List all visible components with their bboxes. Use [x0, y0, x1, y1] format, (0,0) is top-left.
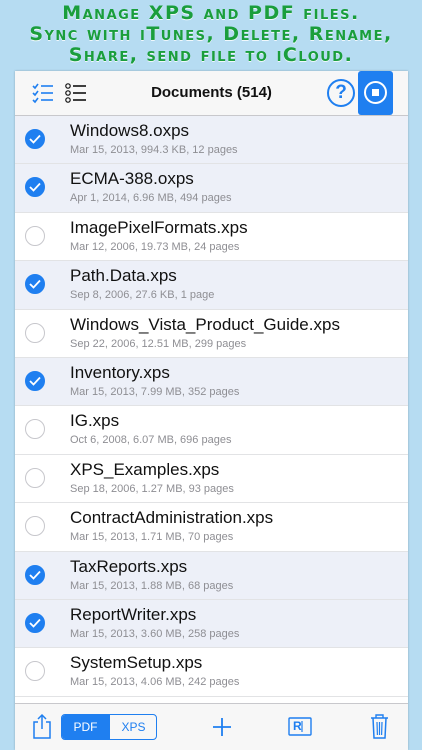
selection-checkbox[interactable] — [25, 564, 45, 585]
list-item[interactable]: XPS_Examples.xps Sep 18, 2006, 1.27 MB, … — [15, 454, 408, 504]
checkmark-icon — [29, 570, 41, 580]
selection-checkbox[interactable] — [25, 612, 45, 633]
checkmark-icon — [29, 183, 41, 193]
file-name: ImagePixelFormats.xps — [70, 217, 248, 237]
checkmark-icon — [29, 618, 41, 628]
file-name: Inventory.xps — [70, 362, 170, 382]
list-item[interactable]: ReportWriter.xps Mar 15, 2013, 3.60 MB, … — [15, 599, 408, 649]
rename-glyph: R — [293, 719, 302, 733]
file-name: TaxReports.xps — [70, 556, 188, 576]
trash-icon[interactable] — [370, 713, 389, 739]
file-name: ReportWriter.xps — [70, 604, 197, 624]
file-details: Mar 15, 2013, 994.3 KB, 12 pages — [70, 144, 238, 156]
list-item[interactable]: Path.Data.xps Sep 8, 2006, 27.6 KB, 1 pa… — [15, 261, 408, 310]
device-screen: Documents (514) ? Windows8.oxps Mar 15, … — [15, 71, 408, 750]
file-name: SystemSetup.xps — [70, 653, 203, 673]
stop-button[interactable] — [358, 71, 393, 115]
promo-line-3: Share, send file to iCloud. — [68, 44, 354, 66]
rename-icon[interactable]: R — [288, 717, 312, 736]
promo-banner: Manage XPS and PDF files. Sync with iTun… — [0, 0, 422, 71]
selection-checkbox[interactable] — [25, 274, 45, 295]
list-item[interactable]: ImagePixelFormats.xps Mar 12, 2006, 19.7… — [15, 212, 408, 262]
list-item[interactable]: ECMA-388.oxps Apr 1, 2014, 6.96 MB, 494 … — [15, 164, 408, 213]
checkmark-icon — [29, 134, 41, 144]
file-name: XPS_Examples.xps — [70, 459, 220, 479]
bottom-toolbar: PDF XPS R — [15, 703, 408, 750]
stop-icon — [364, 81, 387, 104]
file-details: Sep 18, 2006, 1.27 MB, 93 pages — [70, 482, 234, 495]
file-details: Sep 8, 2006, 27.6 KB, 1 page — [70, 289, 215, 302]
selection-checkbox[interactable] — [25, 177, 45, 198]
file-details: Mar 15, 2013, 1.71 MB, 70 pages — [70, 531, 234, 544]
promo-line-1: Manage XPS and PDF files. — [62, 2, 360, 24]
file-list: Windows8.oxps Mar 15, 2013, 994.3 KB, 12… — [15, 116, 408, 697]
file-details: Mar 15, 2013, 3.60 MB, 258 pages — [70, 627, 240, 640]
file-name: Windows8.oxps — [70, 121, 190, 140]
file-details: Oct 6, 2008, 6.07 MB, 696 pages — [70, 434, 232, 447]
selection-checkbox[interactable] — [25, 370, 45, 391]
file-name: Windows_Vista_Product_Guide.xps — [70, 314, 340, 334]
format-segmented-control: PDF XPS — [61, 714, 157, 740]
selection-checkbox[interactable] — [25, 129, 45, 149]
file-details: Mar 12, 2006, 19.73 MB, 24 pages — [70, 240, 240, 253]
segment-pdf[interactable]: PDF — [62, 715, 109, 739]
selection-checkbox[interactable] — [25, 225, 45, 246]
checkmark-icon — [29, 280, 41, 289]
segment-xps[interactable]: XPS — [109, 715, 156, 739]
selection-checkbox[interactable] — [25, 661, 45, 682]
plus-icon[interactable] — [213, 718, 231, 736]
file-name: ContractAdministration.xps — [70, 508, 274, 528]
list-item[interactable]: ContractAdministration.xps Mar 15, 2013,… — [15, 503, 408, 552]
list-item[interactable]: SystemSetup.xps Mar 15, 2013, 4.06 MB, 2… — [15, 648, 408, 697]
file-details: Mar 15, 2013, 1.88 MB, 68 pages — [70, 579, 234, 592]
file-details: Mar 15, 2013, 4.06 MB, 242 pages — [70, 676, 240, 689]
list-item[interactable]: Windows8.oxps Mar 15, 2013, 994.3 KB, 12… — [15, 116, 408, 165]
file-details: Apr 1, 2014, 6.96 MB, 494 pages — [70, 192, 232, 205]
file-details: Sep 22, 2006, 12.51 MB, 299 pages — [70, 337, 247, 350]
checkmark-icon — [29, 376, 41, 386]
navigation-bar: Documents (514) ? — [15, 71, 408, 116]
selection-checkbox[interactable] — [25, 322, 45, 343]
file-name: ECMA-388.oxps — [70, 169, 194, 189]
selection-checkbox[interactable] — [25, 467, 45, 488]
list-item[interactable]: IG.xps Oct 6, 2008, 6.07 MB, 696 pages — [15, 406, 408, 455]
selection-checkbox[interactable] — [25, 419, 45, 440]
file-name: IG.xps — [70, 411, 120, 431]
list-item[interactable]: TaxReports.xps Mar 15, 2013, 1.88 MB, 68… — [15, 551, 408, 600]
list-item[interactable]: Windows_Vista_Product_Guide.xps Sep 22, … — [15, 309, 408, 358]
share-icon[interactable] — [32, 713, 52, 740]
help-icon: ? — [335, 82, 347, 103]
help-button[interactable]: ? — [327, 79, 355, 107]
file-details: Mar 15, 2013, 7.99 MB, 352 pages — [70, 385, 240, 398]
selection-checkbox[interactable] — [25, 516, 45, 537]
list-item[interactable]: Inventory.xps Mar 15, 2013, 7.99 MB, 352… — [15, 357, 408, 407]
file-name: Path.Data.xps — [70, 266, 177, 286]
promo-line-2: Sync with iTunes, Delete, Rename, — [29, 23, 393, 45]
